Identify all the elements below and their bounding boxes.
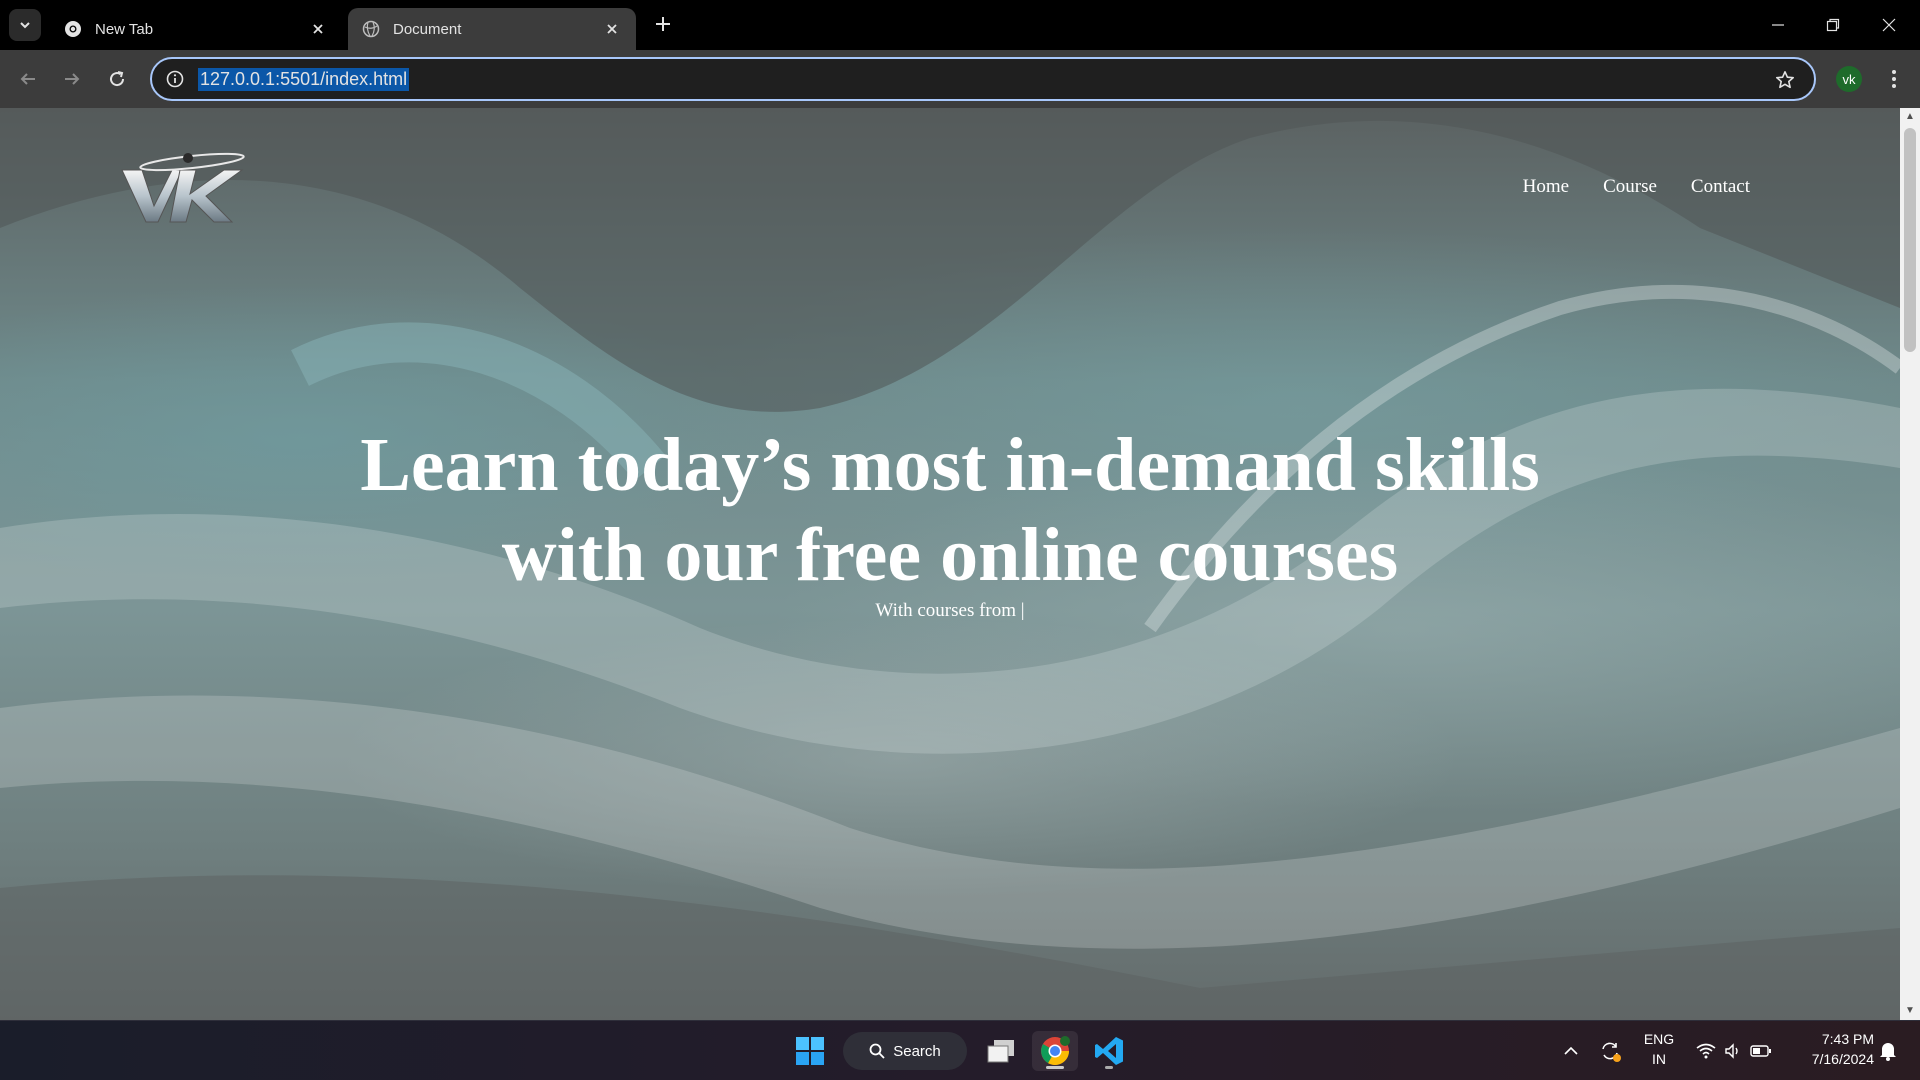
close-icon bbox=[1882, 18, 1896, 32]
clock-date: 7/16/2024 bbox=[1811, 1051, 1874, 1067]
kebab-menu-icon bbox=[1892, 70, 1896, 88]
page-viewport: Home Course Contact Learn today’s most i… bbox=[0, 108, 1900, 1020]
chrome-icon bbox=[64, 20, 82, 38]
region-code: IN bbox=[1652, 1051, 1666, 1067]
back-button[interactable] bbox=[13, 64, 43, 94]
vscode-icon bbox=[1095, 1037, 1123, 1065]
hero-subtitle: With courses from | bbox=[875, 600, 1025, 621]
language-code: ENG bbox=[1643, 1031, 1675, 1047]
reload-button[interactable] bbox=[102, 64, 132, 94]
restore-icon bbox=[1826, 18, 1840, 32]
bookmark-star-icon[interactable] bbox=[1774, 69, 1796, 91]
hero-title-line-2: with our free online courses bbox=[501, 513, 1399, 597]
close-tab-icon[interactable] bbox=[308, 19, 328, 39]
arrow-left-icon bbox=[20, 73, 35, 85]
address-bar[interactable]: 127.0.0.1:5501/index.html bbox=[150, 57, 1816, 101]
running-indicator bbox=[1105, 1066, 1113, 1069]
bell-icon bbox=[1880, 1043, 1896, 1061]
taskbar-chrome-button[interactable] bbox=[1032, 1031, 1078, 1071]
browser-toolbar: 127.0.0.1:5501/index.html vk bbox=[0, 50, 1920, 108]
hero-title: Learn today’s most in-demand skills with… bbox=[0, 420, 1900, 600]
globe-icon bbox=[362, 20, 380, 38]
arrow-right-icon bbox=[65, 73, 80, 85]
taskbar-vscode-button[interactable] bbox=[1088, 1031, 1130, 1071]
browser-menu-button[interactable] bbox=[1880, 64, 1908, 94]
language-indicator[interactable]: ENG IN bbox=[1636, 1029, 1682, 1069]
minimize-icon bbox=[1772, 24, 1784, 26]
volume-icon bbox=[1725, 1043, 1738, 1059]
site-info-icon[interactable] bbox=[152, 59, 198, 99]
new-tab-button[interactable] bbox=[652, 13, 674, 35]
chevron-down-icon bbox=[20, 22, 30, 29]
sync-icon bbox=[1602, 1042, 1621, 1062]
forward-button[interactable] bbox=[57, 64, 87, 94]
nav-link-course[interactable]: Course bbox=[1603, 176, 1657, 198]
clock[interactable]: 7:43 PM 7/16/2024 bbox=[1782, 1029, 1874, 1069]
start-button[interactable] bbox=[790, 1031, 830, 1071]
vk-logo-icon bbox=[121, 152, 245, 223]
close-tab-icon[interactable] bbox=[602, 19, 622, 39]
scroll-up-icon[interactable]: ▲ bbox=[1905, 112, 1915, 122]
task-view-icon bbox=[987, 1040, 1014, 1063]
nav-link-home[interactable]: Home bbox=[1523, 176, 1569, 198]
running-indicator bbox=[1046, 1066, 1064, 1069]
battery-icon bbox=[1750, 1045, 1771, 1057]
taskbar-search-button[interactable]: Search bbox=[843, 1032, 967, 1070]
page-scrollbar[interactable]: ▲ ▼ bbox=[1900, 108, 1920, 1020]
hero-title-line-1: Learn today’s most in-demand skills bbox=[360, 423, 1540, 507]
taskbar-search-label: Search bbox=[893, 1042, 941, 1060]
search-icon bbox=[869, 1043, 885, 1059]
windows-taskbar: Search ENG IN 7:43 PM 7/16/2024 bbox=[0, 1020, 1920, 1080]
scrollbar-thumb[interactable] bbox=[1904, 128, 1916, 352]
tab-document[interactable]: Document bbox=[348, 8, 636, 50]
sync-tray-button[interactable] bbox=[1596, 1031, 1624, 1071]
minimize-button[interactable] bbox=[1763, 10, 1793, 40]
windows-logo-icon bbox=[796, 1037, 824, 1065]
notifications-button[interactable] bbox=[1874, 1031, 1902, 1071]
task-view-button[interactable] bbox=[980, 1031, 1022, 1071]
site-logo[interactable] bbox=[120, 148, 260, 228]
nav-link-contact[interactable]: Contact bbox=[1691, 176, 1750, 198]
wifi-icon bbox=[1696, 1043, 1716, 1059]
chrome-icon bbox=[1041, 1036, 1070, 1065]
tab-title: New Tab bbox=[95, 20, 154, 38]
profile-avatar[interactable]: vk bbox=[1836, 66, 1862, 92]
plus-icon bbox=[656, 17, 670, 31]
browser-tabstrip: New Tab Document bbox=[0, 0, 1920, 50]
tab-search-button[interactable] bbox=[9, 9, 41, 41]
tab-new-tab[interactable]: New Tab bbox=[50, 8, 342, 50]
restore-button[interactable] bbox=[1818, 10, 1848, 40]
tab-title: Document bbox=[393, 20, 462, 38]
site-navigation: Home Course Contact bbox=[1523, 176, 1750, 198]
close-window-button[interactable] bbox=[1874, 10, 1904, 40]
show-hidden-icons-button[interactable] bbox=[1558, 1031, 1584, 1071]
reload-icon bbox=[110, 71, 125, 87]
quick-settings-button[interactable] bbox=[1692, 1031, 1776, 1071]
address-url-text[interactable]: 127.0.0.1:5501/index.html bbox=[198, 67, 410, 91]
chevron-up-icon bbox=[1564, 1046, 1578, 1055]
scroll-down-icon[interactable]: ▼ bbox=[1905, 1006, 1915, 1016]
clock-time: 7:43 PM bbox=[1821, 1031, 1874, 1047]
